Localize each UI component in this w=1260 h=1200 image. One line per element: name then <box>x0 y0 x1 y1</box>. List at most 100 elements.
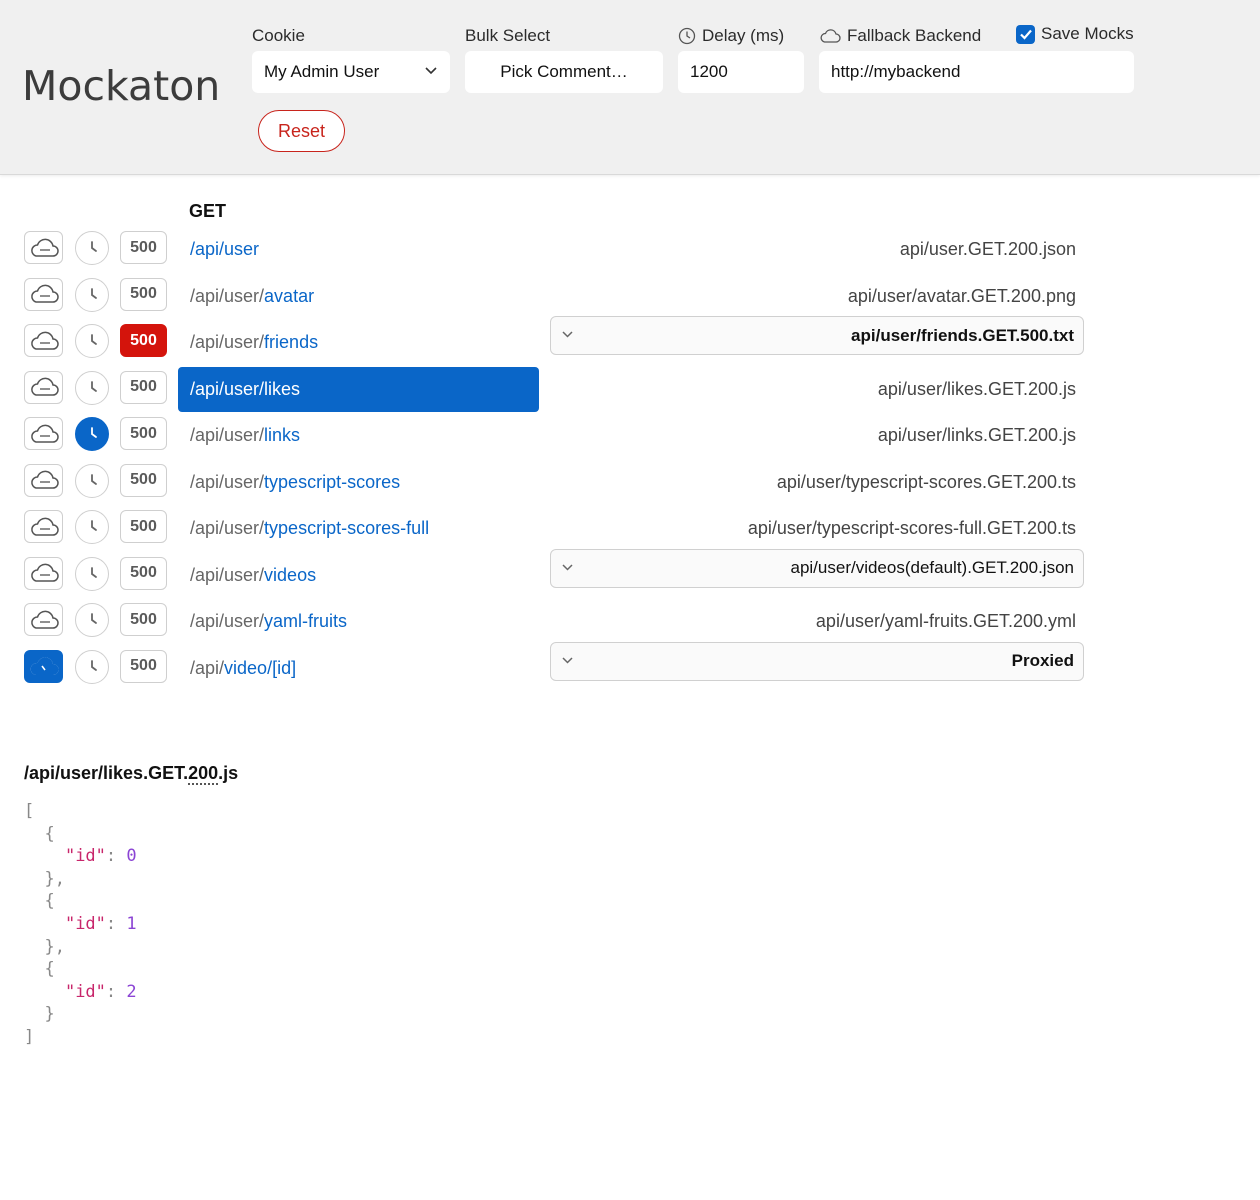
route-name: likes <box>264 378 301 399</box>
route-name: yaml-fruits <box>264 611 348 631</box>
json-key: "id" <box>64 846 106 867</box>
bracket: [ <box>24 801 35 821</box>
clock-hand-icon <box>91 334 97 345</box>
proxy-toggle-button[interactable] <box>24 370 63 404</box>
proxy-toggle-button[interactable] <box>24 277 63 311</box>
status-500-toggle[interactable]: 500 <box>120 510 167 543</box>
status-500-toggle[interactable]: 500 <box>120 370 167 404</box>
delay-toggle-button[interactable] <box>75 324 109 358</box>
route-name: friends <box>264 332 319 352</box>
route-prefix: /api/user/ <box>190 285 265 306</box>
status-500-toggle[interactable]: 500 <box>120 417 167 450</box>
mock-filename: api/user.GET.200.json <box>899 239 1076 259</box>
save-mocks-checkbox[interactable] <box>1016 24 1035 44</box>
route-link[interactable]: /api/user/avatar <box>178 274 539 319</box>
json-key: "id" <box>64 981 106 1002</box>
mock-select[interactable]: Proxied <box>550 641 1084 681</box>
app-logo: Mockaton <box>22 62 221 110</box>
route-link[interactable]: /api/user/videos <box>178 553 539 598</box>
cloud-icon <box>30 284 59 303</box>
cloud-icon <box>30 657 58 675</box>
mock-filename: api/user/typescript-scores.GET.200.ts <box>776 471 1076 492</box>
route-link[interactable]: /api/user/typescript-scores-full <box>178 506 539 551</box>
delay-toggle-button[interactable] <box>75 556 109 591</box>
route-link[interactable]: /api/user/likes <box>178 366 539 412</box>
clock-hand-icon <box>91 520 97 531</box>
delay-toggle-button[interactable] <box>75 649 109 684</box>
delay-toggle-button[interactable] <box>75 463 109 498</box>
cloud-icon <box>30 331 59 350</box>
route-prefix: /api/user/ <box>190 611 265 631</box>
proxy-toggle-button[interactable] <box>24 324 63 357</box>
mock-filename: api/user/typescript-scores-full.GET.200.… <box>747 518 1076 538</box>
cloud-icon <box>30 563 59 582</box>
status-500-toggle[interactable]: 500 <box>120 463 167 497</box>
delay-toggle-button[interactable] <box>75 417 109 451</box>
route-link[interactable]: /api/user/typescript-scores <box>178 460 539 505</box>
bulk-select-label: Bulk Select <box>465 26 551 45</box>
status-code: 200 <box>188 763 219 785</box>
status-500-toggle[interactable]: 500 <box>120 603 167 636</box>
header-bar: Mockaton Cookie My Admin User Bulk Selec… <box>0 0 1260 175</box>
route-name: avatar <box>264 285 315 306</box>
delay-toggle-button[interactable] <box>75 370 109 405</box>
check-icon <box>1019 29 1032 40</box>
mock-filename: api/user/yaml-fruits.GET.200.yml <box>815 611 1076 631</box>
status-500-toggle[interactable]: 500 <box>120 556 167 590</box>
clock-hand-icon <box>91 659 97 671</box>
delay-label: Delay (ms) <box>678 26 784 46</box>
cloud-icon <box>30 470 59 489</box>
json-key: "id" <box>64 913 106 934</box>
route-link[interactable]: /api/video/[id] <box>178 646 539 691</box>
status-500-toggle[interactable]: 500 <box>120 324 167 357</box>
route-prefix: /api/user/ <box>190 332 265 352</box>
status-500-toggle[interactable]: 500 <box>120 649 167 683</box>
fallback-backend-input[interactable]: http://mybackend <box>819 51 1134 93</box>
mock-select-value: Proxied <box>1011 651 1074 670</box>
mock-select-value: api/user/friends.GET.500.txt <box>851 325 1074 345</box>
mock-filename: api/user/links.GET.200.js <box>877 425 1076 445</box>
clock-hand-icon <box>91 427 97 438</box>
cookie-select[interactable]: My Admin User <box>252 51 450 93</box>
delay-toggle-button[interactable] <box>75 231 109 265</box>
proxy-toggle-button[interactable] <box>24 649 63 683</box>
route-prefix: /api/user/ <box>190 425 265 445</box>
route-row: 500/api/user/links api/user/links.GET.200… <box>0 413 1260 459</box>
cloud-icon <box>30 424 59 443</box>
route-row: 500/api/video/[id] Proxied <box>0 641 1260 692</box>
proxy-toggle-button[interactable] <box>24 463 63 497</box>
delay-toggle-button[interactable] <box>75 277 109 312</box>
chevron-down-icon <box>425 67 437 75</box>
proxy-toggle-button[interactable] <box>24 417 63 450</box>
clock-hand-icon <box>91 473 97 485</box>
clock-hand-icon <box>91 287 97 299</box>
route-link[interactable]: /api/user <box>178 227 539 272</box>
delay-toggle-button[interactable] <box>75 510 109 544</box>
mock-filename: api/user/likes.GET.200.js <box>877 378 1076 399</box>
proxy-toggle-button[interactable] <box>24 603 63 636</box>
route-prefix: /api/user/ <box>190 518 265 538</box>
route-link[interactable]: /api/user/links <box>178 413 539 458</box>
route-row: 500/api/user api/user.GET.200.json <box>0 227 1260 273</box>
chevron-down-icon <box>562 331 573 338</box>
status-500-toggle[interactable]: 500 <box>120 277 167 311</box>
mock-select[interactable]: api/user/videos(default).GET.200.json <box>550 548 1084 588</box>
status-500-toggle[interactable]: 500 <box>120 231 167 264</box>
payload-viewer: [ { "id": 0 }, { "id": 1 }, { "id": 2 } … <box>24 801 137 1047</box>
proxy-toggle-button[interactable] <box>24 231 63 264</box>
save-mocks-toggle[interactable]: Save Mocks <box>1016 24 1134 44</box>
bulk-select[interactable]: Pick Comment… <box>465 51 663 93</box>
route-link[interactable]: /api/user/yaml-fruits <box>178 599 539 644</box>
delay-toggle-button[interactable] <box>75 603 109 637</box>
route-link[interactable]: /api/user/friends <box>178 320 539 365</box>
delay-input[interactable]: 1200 <box>678 51 804 93</box>
proxy-toggle-button[interactable] <box>24 556 63 590</box>
mock-select-value: api/user/videos(default).GET.200.json <box>790 558 1075 577</box>
clock-hand-icon <box>91 613 97 624</box>
mock-select[interactable]: api/user/friends.GET.500.txt <box>550 316 1084 355</box>
route-prefix: /api/user/ <box>190 378 265 399</box>
route-row: 500/api/user/avatar api/user/avatar.GET.2… <box>0 274 1260 320</box>
proxy-toggle-button[interactable] <box>24 510 63 543</box>
reset-button[interactable]: Reset <box>258 110 345 152</box>
route-row: 500/api/user/typescript-scores api/user/t… <box>0 460 1260 506</box>
